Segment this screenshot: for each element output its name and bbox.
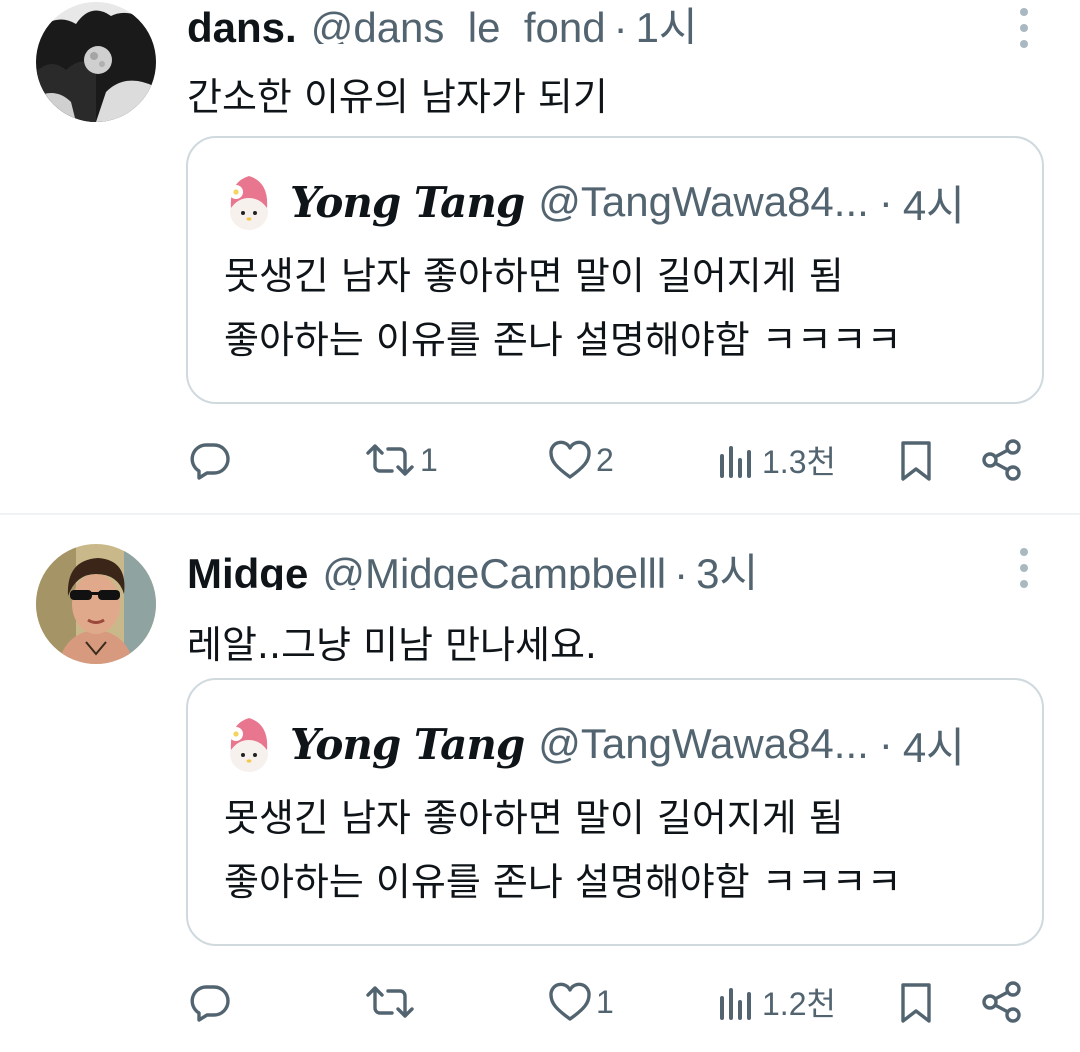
quoted-tweet-text: 못생긴 남자 좋아하면 말이 길어지게 됨 좋아하는 이유를 존나 설명해야함 … [224,786,902,914]
quoted-avatar[interactable] [226,172,272,232]
reply-icon [190,443,230,480]
more-vertical-icon[interactable] [1012,548,1036,588]
separator-dot: · [674,550,689,590]
retweet-button[interactable] [362,974,420,1030]
like-button[interactable]: 1 [546,974,614,1030]
share-button[interactable] [978,974,1026,1030]
quoted-user-handle: @TangWawa84... [538,720,869,767]
view-count: 1.2천 [762,986,836,1022]
tweet[interactable]: Midge @MidgeCampbelll · 3시 레알..그냥 미남 만나세… [0,516,1080,1052]
views-button[interactable]: 1.3천 [716,432,836,488]
tweet[interactable]: dans. @dans_le_fond · 1시 간소한 이유의 남자가 되기 … [0,0,1080,514]
quoted-timestamp: 4시 [902,181,965,229]
like-count: 2 [596,441,614,478]
action-bar: 1 2 1.3천 [186,432,1046,488]
tweet-text: 레알..그냥 미남 만나세요. [187,623,597,667]
share-icon [982,439,1021,481]
quoted-tweet-header: Yong Tang @TangWawa84... · 4시 [226,172,1006,232]
retweet-count: 1 [420,441,438,478]
action-bar: 1 1.2천 [186,974,1046,1030]
separator-dot: · [878,720,893,767]
quoted-display-name: Yong Tang [290,719,525,769]
quoted-user-handle: @TangWawa84... [538,178,869,225]
reply-icon [190,985,230,1022]
avatar[interactable] [36,544,156,664]
heart-icon [549,982,591,1021]
reply-button[interactable] [186,432,236,488]
quoted-display-name: Yong Tang [290,177,525,227]
divider [0,513,1080,515]
more-vertical-icon[interactable] [1012,8,1036,48]
tweet-header: dans. @dans_le_fond · 1시 [187,0,1000,44]
share-icon [982,981,1021,1023]
retweet-icon [366,444,414,476]
user-handle[interactable]: @dans_le_fond [311,4,606,44]
retweet-icon [366,986,414,1018]
bookmark-icon [901,441,931,481]
display-name[interactable]: dans. [187,4,297,44]
views-button[interactable]: 1.2천 [716,974,836,1030]
view-count: 1.3천 [762,444,836,480]
reply-button[interactable] [186,974,236,1030]
quoted-timestamp: 4시 [902,723,965,771]
separator-dot: · [613,4,628,44]
views-icon [720,446,751,478]
quoted-tweet[interactable]: Yong Tang @TangWawa84... · 4시 못생긴 남자 좋아하… [186,136,1044,404]
quoted-text-line: 못생긴 남자 좋아하면 말이 길어지게 됨 [224,254,844,298]
bookmark-icon [901,983,931,1023]
user-handle[interactable]: @MidgeCampbelll [322,550,666,590]
bookmark-button[interactable] [892,432,940,488]
quoted-text-line: 좋아하는 이유를 존나 설명해야함 ㅋㅋㅋㅋ [224,860,902,904]
heart-icon [549,440,591,479]
like-button[interactable]: 2 [546,432,614,488]
quoted-text-line: 못생긴 남자 좋아하면 말이 길어지게 됨 [224,796,844,840]
retweet-button[interactable]: 1 [362,432,438,488]
avatar[interactable] [36,2,156,122]
quoted-avatar[interactable] [226,714,272,774]
like-count: 1 [596,983,614,1020]
bookmark-button[interactable] [892,974,940,1030]
separator-dot: · [878,178,893,225]
quoted-tweet-header: Yong Tang @TangWawa84... · 4시 [226,714,1006,774]
timestamp[interactable]: 3시 [696,540,758,590]
timestamp[interactable]: 1시 [636,0,698,44]
tweet-header: Midge @MidgeCampbelll · 3시 [187,540,1000,590]
tweet-text: 간소한 이유의 남자가 되기 [187,75,608,119]
display-name[interactable]: Midge [187,550,308,590]
views-icon [720,988,751,1020]
quoted-text-line: 좋아하는 이유를 존나 설명해야함 ㅋㅋㅋㅋ [224,318,902,362]
share-button[interactable] [978,432,1026,488]
quoted-tweet-text: 못생긴 남자 좋아하면 말이 길어지게 됨 좋아하는 이유를 존나 설명해야함 … [224,244,902,372]
quoted-tweet[interactable]: Yong Tang @TangWawa84... · 4시 못생긴 남자 좋아하… [186,678,1044,946]
